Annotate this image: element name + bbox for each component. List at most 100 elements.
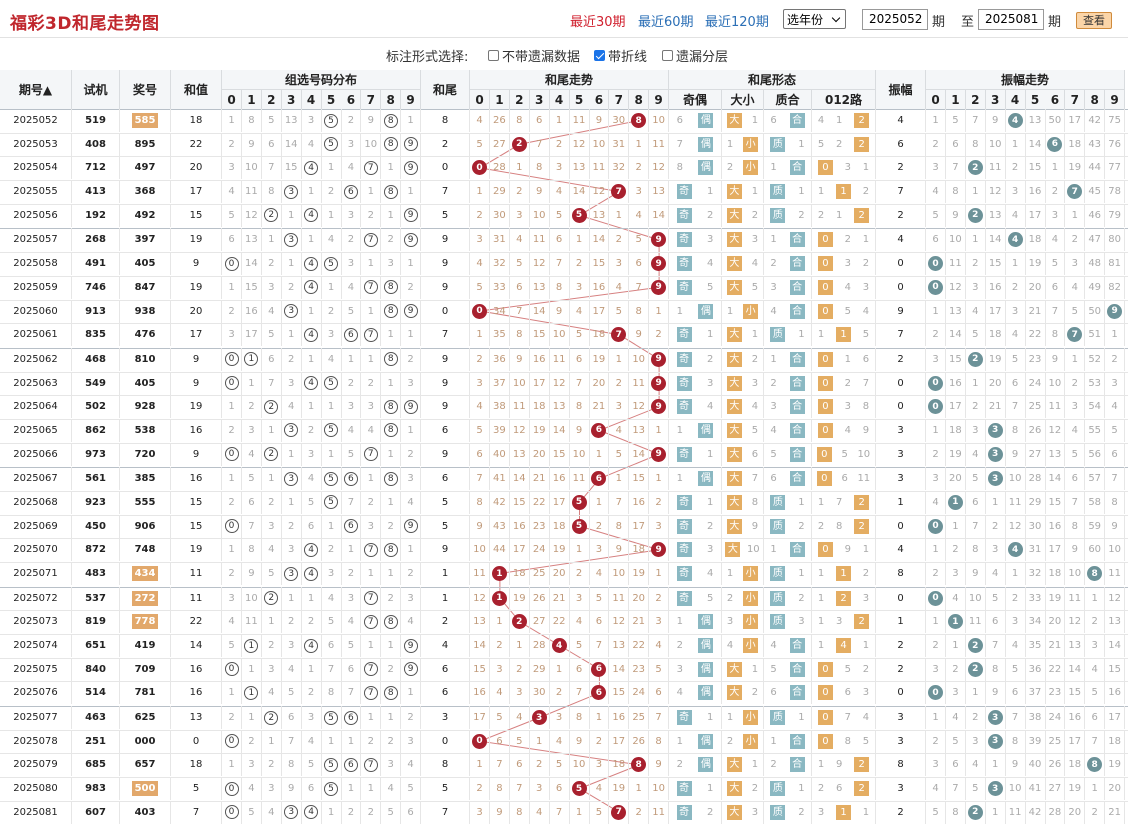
period-60-link[interactable]: 最近60期 bbox=[638, 11, 694, 30]
checkbox-miss-layer[interactable] bbox=[662, 50, 673, 61]
tail-trend-cell: 4 bbox=[589, 777, 610, 801]
bigsmall-cell-val: 大 bbox=[726, 471, 742, 487]
amp-trend-cell: 4 bbox=[1085, 657, 1106, 681]
group-cell: 5 bbox=[322, 610, 342, 634]
tail-trend-cell: 26 bbox=[530, 586, 550, 610]
option-miss-layer[interactable]: 遗漏分层 bbox=[662, 46, 728, 65]
route-cell: 074 bbox=[812, 706, 876, 729]
tail-ball: 0 bbox=[472, 733, 487, 749]
amp-trend-cell: 11 bbox=[986, 156, 1006, 180]
group-hit: 0 bbox=[224, 734, 239, 749]
tail-trend-cell: 9 bbox=[649, 442, 670, 466]
group-cell: 2 bbox=[361, 729, 382, 753]
tail-trend-cell: 5 bbox=[570, 323, 590, 347]
group-hit: 3 bbox=[284, 805, 299, 820]
group-cell: 2 bbox=[302, 418, 322, 442]
bigsmall-cell-val: 2 bbox=[726, 592, 734, 604]
bigsmall-cell: 2小 bbox=[722, 156, 764, 180]
amp-cell: 4 bbox=[876, 228, 926, 252]
form-sub-header: 012路 bbox=[812, 90, 876, 110]
amp-trend-cell: 2 bbox=[966, 203, 986, 227]
amp-trend-cell: 7 bbox=[1065, 180, 1086, 204]
primecomp-cell: 5合 bbox=[764, 442, 812, 466]
tail-cell: 2 bbox=[421, 132, 470, 156]
year-select[interactable]: 选年份 bbox=[783, 9, 846, 29]
group-hit: 8 bbox=[383, 685, 398, 700]
to-issue-input[interactable]: 2025081 bbox=[978, 9, 1044, 30]
tail-trend-cell: 17 bbox=[550, 490, 570, 514]
group-cell: 0 bbox=[222, 514, 242, 538]
group-cell: 10 bbox=[242, 586, 262, 610]
col-header-amp-trend: 振幅走势 bbox=[926, 70, 1125, 90]
sum-cell: 20 bbox=[171, 156, 222, 180]
amp-trend-cell: 2 bbox=[986, 514, 1006, 538]
amp-digit-header: 8 bbox=[1085, 90, 1106, 110]
group-cell: 4 bbox=[401, 753, 422, 777]
checkbox-polyline[interactable] bbox=[594, 50, 605, 61]
tail-trend-cell: 1 bbox=[510, 156, 530, 180]
tail-trend-cell: 28 bbox=[530, 634, 550, 657]
prize-highlight: 500 bbox=[131, 781, 159, 797]
prize-cell: 810 bbox=[120, 347, 171, 371]
period-120-link[interactable]: 最近120期 bbox=[705, 11, 769, 30]
amp-trend-cell: 2 bbox=[926, 729, 946, 753]
query-button[interactable]: 查看 bbox=[1076, 12, 1112, 29]
oddeven-cell: 1偶 bbox=[669, 610, 722, 634]
oddeven-cell-val: 1 bbox=[706, 783, 714, 795]
group-hit: 4 bbox=[304, 280, 319, 295]
group-cell: 2 bbox=[262, 395, 282, 419]
bigsmall-cell: 1小 bbox=[722, 562, 764, 585]
group-hit: 8 bbox=[383, 352, 398, 367]
bigsmall-cell: 大4 bbox=[722, 252, 764, 276]
group-cell: 1 bbox=[262, 467, 282, 491]
amp-trend-cell: 8 bbox=[966, 538, 986, 562]
route-val: 5 bbox=[817, 138, 825, 150]
amp-cell: 0 bbox=[876, 681, 926, 705]
amp-trend-cell: 20 bbox=[986, 371, 1006, 395]
tail-trend-cell: 11 bbox=[510, 395, 530, 419]
group-hit: 3 bbox=[284, 232, 299, 247]
group-cell: 5 bbox=[262, 109, 282, 132]
group-cell: 3 bbox=[401, 371, 422, 395]
tail-trend-cell: 2 bbox=[649, 323, 670, 347]
group-cell: 1 bbox=[401, 109, 422, 132]
amp-ball: 0 bbox=[928, 685, 943, 701]
group-cell: 5 bbox=[322, 490, 342, 514]
route-val: 2 bbox=[854, 757, 870, 773]
col-header-issue[interactable]: 期号▲ bbox=[0, 70, 72, 110]
group-hit: 7 bbox=[363, 614, 378, 629]
group-hit: 9 bbox=[403, 137, 418, 152]
amp-trend-cell: 6 bbox=[1006, 371, 1026, 395]
route-val: 0 bbox=[817, 375, 833, 391]
tail-trend-cell: 6 bbox=[530, 109, 550, 132]
group-cell: 5 bbox=[242, 467, 262, 491]
checkbox-no-miss[interactable] bbox=[488, 50, 499, 61]
route-val: 5 bbox=[841, 448, 848, 460]
option-no-miss[interactable]: 不带遗漏数据 bbox=[488, 46, 580, 65]
route-val: 1 bbox=[817, 759, 825, 771]
option-polyline[interactable]: 带折线 bbox=[594, 46, 647, 65]
amp-trend-cell: 0 bbox=[926, 395, 946, 419]
group-hit: 8 bbox=[383, 542, 398, 557]
oddeven-cell: 奇1 bbox=[669, 180, 722, 204]
primecomp-cell-val: 质 bbox=[770, 710, 786, 725]
group-cell: 11 bbox=[242, 610, 262, 634]
oddeven-cell-val: 偶 bbox=[698, 303, 714, 319]
tail-trend-cell: 2 bbox=[609, 228, 630, 252]
amp-trend-cell: 5 bbox=[966, 777, 986, 801]
tail-cell: 7 bbox=[421, 180, 470, 204]
group-cell: 7 bbox=[262, 156, 282, 180]
period-30-link[interactable]: 最近30期 bbox=[570, 11, 626, 30]
group-cell: 1 bbox=[401, 681, 422, 705]
group-hit: 0 bbox=[224, 781, 239, 796]
bigsmall-cell-val: 2 bbox=[726, 735, 734, 747]
oddeven-cell-val: 奇 bbox=[676, 232, 692, 248]
tail-trend-cell: 25 bbox=[530, 562, 550, 585]
from-issue-input[interactable]: 2025052 bbox=[862, 9, 928, 30]
amp-trend-cell: 1 bbox=[926, 109, 946, 132]
tail-trend-cell: 4 bbox=[530, 800, 550, 824]
amp-ball: 7 bbox=[1067, 184, 1083, 200]
issue-cell: 2025073 bbox=[0, 610, 72, 634]
group-cell: 5 bbox=[262, 562, 282, 585]
group-cell: 2 bbox=[401, 442, 422, 466]
